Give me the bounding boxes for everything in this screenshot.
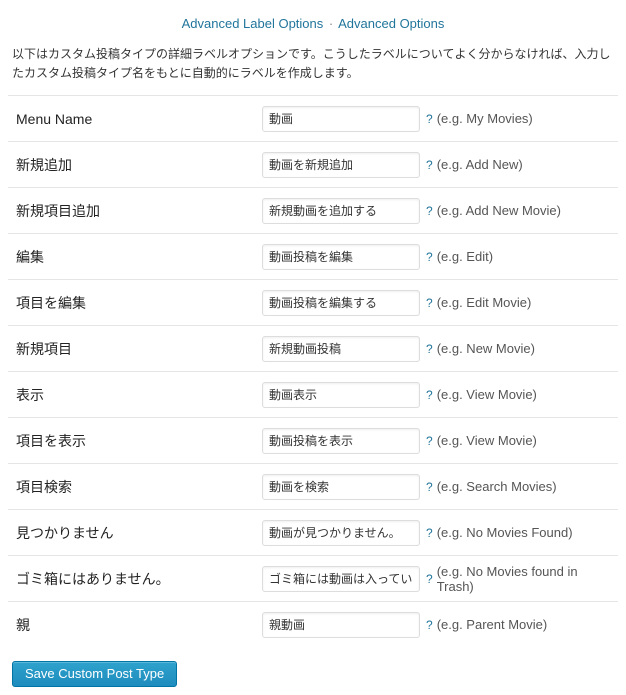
tab-bar: Advanced Label Options · Advanced Option… — [8, 16, 618, 31]
input-view-item[interactable] — [262, 428, 420, 454]
input-new-item[interactable] — [262, 336, 420, 362]
row-search-items: 項目検索 ? (e.g. Search Movies) — [8, 463, 618, 509]
row-add-new: 新規追加 ? (e.g. Add New) — [8, 141, 618, 187]
input-not-in-trash[interactable] — [262, 566, 420, 592]
input-menu-name[interactable] — [262, 106, 420, 132]
tab-advanced-options[interactable]: Advanced Options — [338, 16, 444, 31]
input-search-items[interactable] — [262, 474, 420, 500]
hint-new-item: (e.g. New Movie) — [437, 341, 535, 356]
label-search-items: 項目検索 — [12, 477, 262, 497]
help-icon[interactable]: ? — [426, 342, 433, 356]
label-view-item: 項目を表示 — [12, 431, 262, 451]
hint-not-found: (e.g. No Movies Found) — [437, 525, 573, 540]
label-edit-item: 項目を編集 — [12, 293, 262, 313]
input-edit-item[interactable] — [262, 290, 420, 316]
label-not-in-trash: ゴミ箱にはありません。 — [12, 569, 262, 589]
row-add-new-item: 新規項目追加 ? (e.g. Add New Movie) — [8, 187, 618, 233]
row-menu-name: Menu Name ? (e.g. My Movies) — [8, 95, 618, 141]
help-icon[interactable]: ? — [426, 250, 433, 264]
row-edit: 編集 ? (e.g. Edit) — [8, 233, 618, 279]
row-edit-item: 項目を編集 ? (e.g. Edit Movie) — [8, 279, 618, 325]
save-button[interactable]: Save Custom Post Type — [12, 661, 177, 687]
label-add-new-item: 新規項目追加 — [12, 201, 262, 221]
hint-search-items: (e.g. Search Movies) — [437, 479, 557, 494]
submit-row: Save Custom Post Type — [8, 661, 618, 687]
help-icon[interactable]: ? — [426, 204, 433, 218]
hint-edit: (e.g. Edit) — [437, 249, 493, 264]
hint-add-new-item: (e.g. Add New Movie) — [437, 203, 561, 218]
input-parent[interactable] — [262, 612, 420, 638]
help-icon[interactable]: ? — [426, 434, 433, 448]
row-view: 表示 ? (e.g. View Movie) — [8, 371, 618, 417]
label-menu-name: Menu Name — [12, 111, 262, 127]
help-icon[interactable]: ? — [426, 158, 433, 172]
help-icon[interactable]: ? — [426, 526, 433, 540]
hint-view: (e.g. View Movie) — [437, 387, 537, 402]
hint-add-new: (e.g. Add New) — [437, 157, 523, 172]
hint-edit-item: (e.g. Edit Movie) — [437, 295, 532, 310]
hint-menu-name: (e.g. My Movies) — [437, 111, 533, 126]
section-description: 以下はカスタム投稿タイプの詳細ラベルオプションです。こうしたラベルについてよく分… — [12, 45, 614, 83]
help-icon[interactable]: ? — [426, 388, 433, 402]
label-view: 表示 — [12, 385, 262, 405]
label-not-found: 見つかりません — [12, 523, 262, 543]
row-not-found: 見つかりません ? (e.g. No Movies Found) — [8, 509, 618, 555]
tab-separator: · — [329, 16, 333, 31]
label-edit: 編集 — [12, 247, 262, 267]
row-parent: 親 ? (e.g. Parent Movie) — [8, 601, 618, 647]
help-icon[interactable]: ? — [426, 618, 433, 632]
help-icon[interactable]: ? — [426, 112, 433, 126]
hint-parent: (e.g. Parent Movie) — [437, 617, 548, 632]
tab-advanced-label-options[interactable]: Advanced Label Options — [182, 16, 324, 31]
row-new-item: 新規項目 ? (e.g. New Movie) — [8, 325, 618, 371]
label-new-item: 新規項目 — [12, 339, 262, 359]
hint-not-in-trash: (e.g. No Movies found in Trash) — [437, 564, 614, 594]
row-view-item: 項目を表示 ? (e.g. View Movie) — [8, 417, 618, 463]
input-add-new[interactable] — [262, 152, 420, 178]
input-view[interactable] — [262, 382, 420, 408]
input-add-new-item[interactable] — [262, 198, 420, 224]
help-icon[interactable]: ? — [426, 296, 433, 310]
hint-view-item: (e.g. View Movie) — [437, 433, 537, 448]
label-add-new: 新規追加 — [12, 155, 262, 175]
label-parent: 親 — [12, 615, 262, 635]
input-not-found[interactable] — [262, 520, 420, 546]
row-not-in-trash: ゴミ箱にはありません。 ? (e.g. No Movies found in T… — [8, 555, 618, 601]
help-icon[interactable]: ? — [426, 572, 433, 586]
input-edit[interactable] — [262, 244, 420, 270]
help-icon[interactable]: ? — [426, 480, 433, 494]
